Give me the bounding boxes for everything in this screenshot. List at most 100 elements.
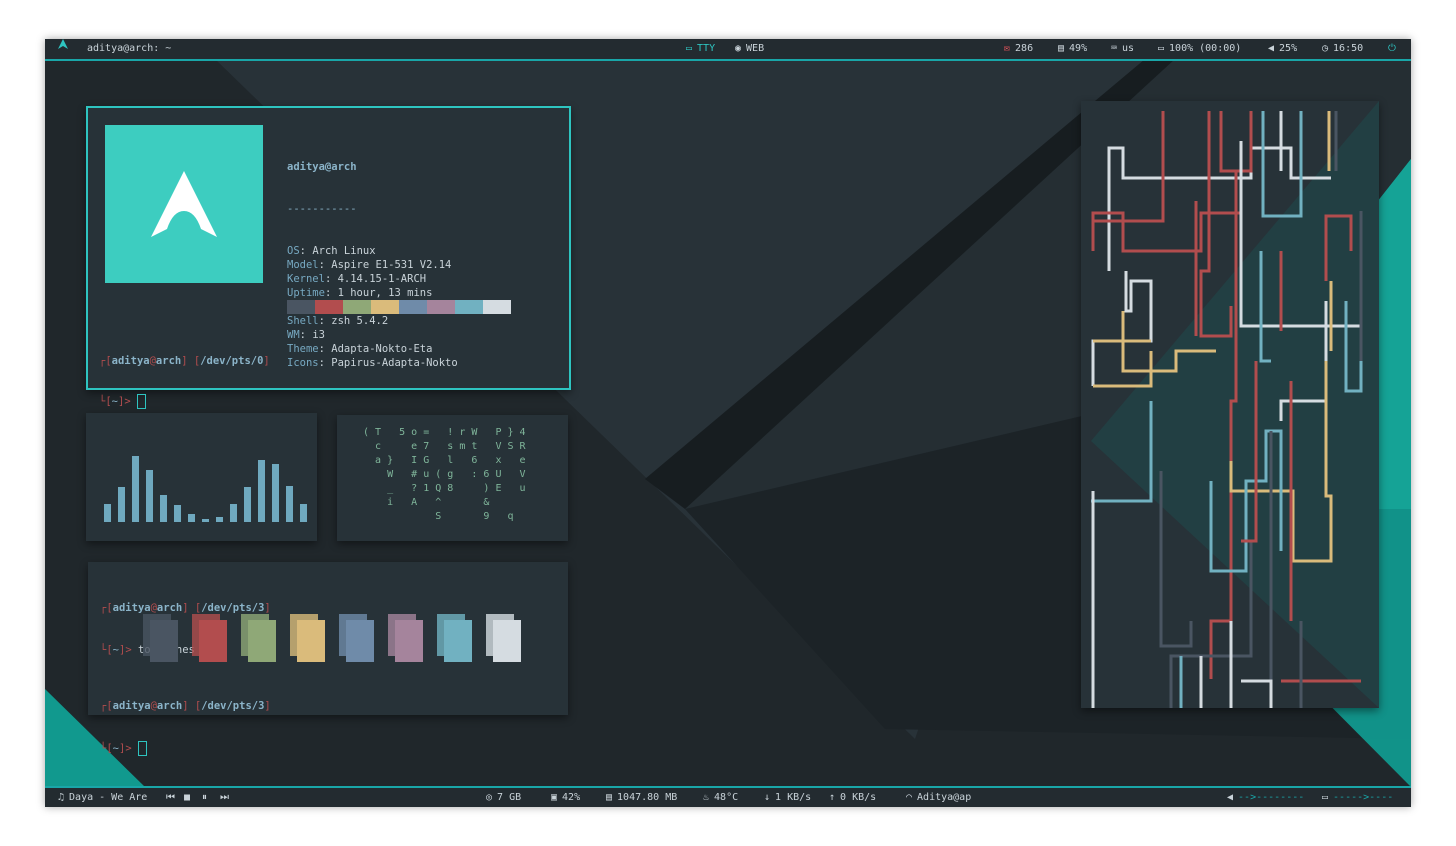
matrix-terminal[interactable]: ( T 5 o = ! r W P } 4 c e 7 s m t V S R … [337,415,568,541]
memory-widget: ▤ 1047.80 MB [606,788,677,807]
color-palette [287,300,511,314]
clock-widget: ◷ 16:50 [1322,39,1363,59]
neofetch-terminal[interactable]: aditya@arch ----------- OS: Arch Linux Mo… [86,106,571,409]
next-icon[interactable]: ⏭ [220,788,229,807]
keyboard-icon: ⌨ [1111,43,1118,54]
neofetch-field: Icons: Papirus-Adapta-Nokto [287,357,458,369]
wifi-widget[interactable]: ◠ Aditya@ap [906,788,971,807]
color-swatch [483,300,511,314]
visualizer-bar [146,470,153,522]
matrix-line: a } I G l 6 x e [363,455,526,466]
cpu-icon: ▤ [1058,43,1065,54]
power-icon[interactable]: ⏻ [1388,39,1396,59]
brightness-bar[interactable]: ----->---- [1333,788,1393,807]
visualizer-bars [104,456,307,522]
mail-widget[interactable]: ✉ 286 [1004,39,1033,59]
field-key: OS [287,245,300,257]
workspace-tty[interactable]: ▭ TTY [686,39,715,59]
download-arrow-icon: ↓ [764,792,771,803]
workspace-web[interactable]: ◉ WEB [735,39,764,59]
globe-icon: ◉ [735,43,742,54]
visualizer-bar [132,456,139,522]
disk-value: 7 GB [497,792,522,803]
volume-widget[interactable]: ◀ 25% [1268,39,1297,59]
prompt-host: arch [155,355,182,367]
chip-icon: ▣ [551,792,558,803]
color-pane [143,614,178,662]
temp-widget: ♨ 48°C [703,788,738,807]
monitor-icon: ▭ [1322,792,1329,803]
mail-icon: ✉ [1004,43,1011,54]
memory-value: 1047.80 MB [617,792,678,803]
disk-icon: ◎ [486,792,493,803]
arch-logo [105,125,263,283]
field-value: Papirus-Adapta-Nokto [331,357,458,369]
visualizer-bar [188,514,195,522]
visualizer-bar [244,487,251,522]
bottom-bar: ♫ Daya - We Are ⏮ ■ ⏸ ⏭ ◎ 7 GB ▣ 42% ▤ 1… [45,786,1411,807]
volume-slider[interactable]: ◀ -->-------- [1227,788,1304,807]
workspace-label: TTY [697,43,716,54]
memory-icon: ▤ [606,792,613,803]
field-value: i3 [312,329,325,341]
neofetch-field: Shell: zsh 5.4.2 [287,315,389,327]
previous-icon[interactable]: ⏮ [166,788,175,807]
matrix-line: _ ? 1 Q 8 ) E u [363,483,526,494]
field-key: Icons [287,357,319,369]
music-widget[interactable]: ♫ Daya - We Are [58,788,147,807]
color-pane [437,614,472,662]
brightness-slider[interactable]: ▭ ----->---- [1322,788,1393,807]
prompt-arrow: > [125,742,132,755]
top-bar: aditya@arch: ~ ▭ TTY ◉ WEB ✉ 286 ▤ 49% ⌨… [45,39,1411,61]
pause-icon[interactable]: ⏸ [202,788,207,807]
matrix-line: W # u ( g : 6 U V [363,469,526,480]
color-pane [290,614,325,662]
volume-bar[interactable]: -->-------- [1238,788,1304,807]
download-value: 1 KB/s [775,792,812,803]
workspace-label: WEB [746,43,765,54]
keyboard-widget[interactable]: ⌨ us [1111,39,1134,59]
visualizer-bar [230,504,237,522]
neofetch-field: Kernel: 4.14.15-1-ARCH [287,273,427,285]
volume-icon: ◀ [1268,43,1275,54]
prompt-user: aditya [111,355,150,367]
window-title: aditya@arch: ~ [87,43,172,54]
prompt-path: /dev/pts/0 [200,355,264,367]
matrix-line: ( T 5 o = ! r W P } 4 [363,427,526,438]
download-widget: ↓ 1 KB/s [764,788,811,807]
clock-icon: ◷ [1322,43,1329,54]
visualizer-bar [160,495,167,522]
audio-visualizer[interactable] [86,413,317,541]
visualizer-bar [202,519,209,522]
neofetch-info: aditya@arch ----------- OS: Arch Linux Mo… [287,132,477,398]
wifi-network: Aditya@ap [917,792,972,803]
arch-logo-icon [151,171,217,237]
neofetch-field: OS: Arch Linux [287,245,376,257]
prompt-arrow: > [124,395,131,408]
terminal-cursor [137,741,147,756]
cpu-widget: ▤ 49% [1058,39,1087,59]
field-value: 4.14.15-1-ARCH [337,273,427,285]
matrix-line: S 9 q [363,511,514,522]
neofetch-field: Uptime: 1 hour, 13 mins [287,287,433,299]
prompt-host: arch [156,700,183,712]
temp-value: 48°C [714,792,739,803]
volume-icon: ◀ [1227,792,1234,803]
color-pane [388,614,423,662]
stop-icon[interactable]: ■ [184,788,190,807]
battery-value: 100% (00:00) [1169,43,1242,54]
color-pane [486,614,521,662]
field-value: Arch Linux [312,245,376,257]
neofetch-header: aditya@arch [287,161,357,173]
color-swatch [287,300,315,314]
toy-panes-terminal[interactable]: ┌[aditya@arch] [/dev/pts/3] └[~]> toy-pa… [88,562,568,756]
arch-icon[interactable] [58,39,68,49]
music-note-icon: ♫ [58,792,65,803]
field-key: Theme [287,343,319,355]
neofetch-separator: ----------- [287,203,357,215]
pipes-terminal[interactable] [1081,101,1379,721]
terminal-icon: ▭ [686,43,693,54]
thermometer-icon: ♨ [703,792,710,803]
field-key: WM [287,329,300,341]
upload-widget: ↑ 0 KB/s [829,788,876,807]
